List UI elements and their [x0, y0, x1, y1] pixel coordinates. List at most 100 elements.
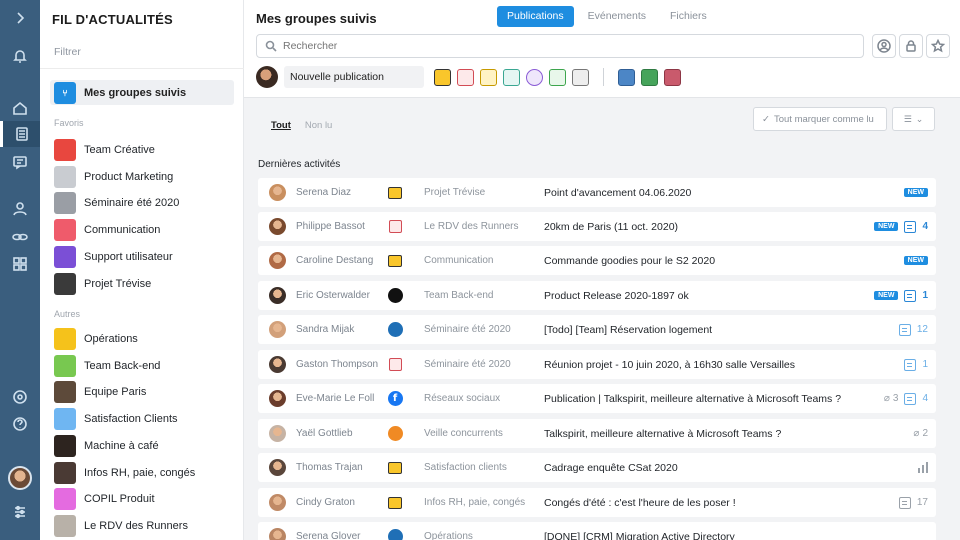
group-name[interactable]: Séminaire été 2020 — [424, 324, 511, 335]
sidebar-item-group[interactable]: Infos RH, paie, congés — [54, 461, 195, 484]
group-name[interactable]: Team Back-end — [424, 290, 493, 301]
sidebar-item-followed-groups[interactable]: ⑂ Mes groupes suivis — [50, 80, 234, 105]
upload-icon[interactable] — [480, 68, 497, 86]
people-icon[interactable] — [10, 199, 30, 219]
comment-count[interactable]: 1 — [904, 289, 928, 302]
view-options-button[interactable]: ☰ ⌄ — [892, 107, 935, 131]
table-row[interactable]: Cindy Graton Infos RH, paie, congés Congés… — [258, 488, 936, 517]
author-name[interactable]: Serena Glover — [296, 531, 360, 540]
sidebar-item-group[interactable]: Satisfaction Clients — [54, 408, 178, 431]
post-title[interactable]: Cadrage enquête CSat 2020 — [544, 462, 678, 474]
post-title[interactable]: Commande goodies pour le S2 2020 — [544, 255, 715, 267]
lock-button[interactable] — [899, 34, 923, 58]
sidebar-item-group[interactable]: Le RDV des Runners — [54, 514, 188, 537]
avatar[interactable] — [8, 466, 32, 490]
bell-icon[interactable] — [10, 46, 30, 66]
sidebar-item-group[interactable]: COPIL Produit — [54, 488, 155, 511]
favorite-button[interactable] — [926, 34, 950, 58]
group-name[interactable]: Projet Trévise — [424, 187, 485, 198]
table-row[interactable]: Philippe Bassot Le RDV des Runners 20km de… — [258, 212, 936, 241]
tab-files[interactable]: Fichiers — [660, 6, 717, 27]
table-row[interactable]: Caroline Destang Communication Commande go… — [258, 246, 936, 275]
group-name[interactable]: Opérations — [424, 531, 473, 540]
tab-events[interactable]: Evénements — [578, 6, 656, 27]
post-title[interactable]: Talkspirit, meilleure alternative à Micr… — [544, 428, 781, 440]
table-row[interactable]: Sandra Mijak Séminaire été 2020 [Todo] [Te… — [258, 315, 936, 344]
spreadsheet-icon[interactable] — [641, 68, 658, 86]
group-name[interactable]: Satisfaction clients — [424, 462, 507, 473]
table-row[interactable]: Yaël Gottlieb Veille concurrents Talkspiri… — [258, 419, 936, 448]
sidebar-item-group[interactable]: Machine à café — [54, 434, 159, 457]
comment-count[interactable]: 12 — [898, 323, 928, 336]
table-row[interactable]: Serena Glover Opérations [DONE] [CRM] Migr… — [258, 522, 936, 540]
author-name[interactable]: Cindy Graton — [296, 497, 355, 508]
author-name[interactable]: Thomas Trajan — [296, 462, 363, 473]
sidebar-item-group[interactable]: Team Back-end — [54, 354, 160, 377]
checklist-icon[interactable] — [549, 68, 566, 86]
post-title[interactable]: 20km de Paris (11 oct. 2020) — [544, 221, 678, 233]
search-input[interactable] — [283, 40, 843, 52]
chat-icon[interactable] — [10, 152, 30, 172]
post-title[interactable]: Réunion projet - 10 juin 2020, à 16h30 s… — [544, 359, 795, 371]
group-name[interactable]: Le RDV des Runners — [424, 221, 519, 232]
author-name[interactable]: Philippe Bassot — [296, 221, 365, 232]
tab-unread[interactable]: Non lu — [305, 120, 332, 131]
comment-count[interactable]: 17 — [898, 496, 928, 509]
author-name[interactable]: Caroline Destang — [296, 255, 373, 266]
author-name[interactable]: Eve-Marie Le Foll — [296, 393, 374, 404]
apps-icon[interactable] — [10, 254, 30, 274]
author-name[interactable]: Serena Diaz — [296, 187, 351, 198]
sidebar-item-group[interactable]: Team Créative — [54, 139, 155, 161]
group-name[interactable]: Communication — [424, 255, 493, 266]
post-title[interactable]: Congés d'été : c'est l'heure de les pose… — [544, 497, 736, 509]
group-name[interactable]: Réseaux sociaux — [424, 393, 500, 404]
post-title[interactable]: [DONE] [CRM] Migration Active Directory — [544, 531, 735, 540]
table-row[interactable]: Eve-Marie Le Foll f Réseaux sociaux Publica… — [258, 384, 936, 413]
tab-all[interactable]: Tout — [271, 120, 291, 131]
author-name[interactable]: Yaël Gottlieb — [296, 428, 353, 439]
comment-count[interactable]: 1 — [904, 358, 928, 371]
post-title[interactable]: Publication | Talkspirit, meilleure alte… — [544, 393, 841, 405]
post-title[interactable]: [Todo] [Team] Réservation logement — [544, 324, 712, 336]
author-name[interactable]: Sandra Mijak — [296, 324, 354, 335]
post-title[interactable]: Product Release 2020-1897 ok — [544, 290, 689, 302]
post-icon[interactable] — [434, 68, 451, 86]
sidebar-item-group[interactable]: Opérations — [54, 328, 138, 350]
document-icon[interactable] — [618, 68, 635, 86]
feed-icon[interactable] — [0, 121, 40, 147]
group-name[interactable]: Séminaire été 2020 — [424, 359, 511, 370]
home-icon[interactable] — [10, 98, 30, 118]
comment-count[interactable]: 4 — [904, 392, 928, 405]
new-post-input[interactable]: Nouvelle publication — [284, 66, 424, 88]
tab-publications[interactable]: Publications — [497, 6, 574, 27]
sidebar-item-group[interactable]: Séminaire été 2020 — [54, 192, 179, 215]
sliders-icon[interactable] — [10, 502, 30, 522]
link-icon[interactable] — [10, 227, 30, 247]
help-circle-icon[interactable] — [10, 387, 30, 407]
sidebar-item-group[interactable]: Product Marketing — [54, 165, 173, 188]
calendar-icon[interactable] — [457, 68, 474, 86]
table-row[interactable]: Gaston Thompson Séminaire été 2020 Réunion… — [258, 350, 936, 379]
sidebar-item-group[interactable]: Equipe Paris — [54, 381, 146, 404]
chevron-right-icon[interactable] — [10, 8, 30, 28]
author-name[interactable]: Eric Osterwalder — [296, 290, 370, 301]
sidebar-item-group[interactable]: Support utilisateur — [54, 245, 173, 268]
table-row[interactable]: Thomas Trajan Satisfaction clients Cadrage… — [258, 453, 936, 482]
author-name[interactable]: Gaston Thompson — [296, 359, 378, 370]
presentation-icon[interactable] — [664, 68, 681, 86]
image-icon[interactable] — [503, 68, 520, 86]
mark-all-read-button[interactable]: ✓ Tout marquer comme lu — [753, 107, 887, 131]
group-name[interactable]: Veille concurrents — [424, 428, 503, 439]
group-name[interactable]: Infos RH, paie, congés — [424, 497, 525, 508]
video-icon[interactable] — [572, 68, 589, 86]
filter-input[interactable]: Filtrer — [54, 46, 81, 58]
poll-icon[interactable] — [526, 68, 543, 86]
table-row[interactable]: Serena Diaz Projet Trévise Point d'avancem… — [258, 178, 936, 207]
comment-count[interactable]: 4 — [904, 220, 928, 233]
post-title[interactable]: Point d'avancement 04.06.2020 — [544, 187, 691, 199]
profile-button[interactable] — [872, 34, 896, 58]
sidebar-item-group[interactable]: Projet Trévise — [54, 272, 151, 295]
sidebar-item-group[interactable]: Communication — [54, 219, 160, 242]
table-row[interactable]: Eric Osterwalder Team Back-end Product Rel… — [258, 281, 936, 310]
question-icon[interactable] — [10, 414, 30, 434]
